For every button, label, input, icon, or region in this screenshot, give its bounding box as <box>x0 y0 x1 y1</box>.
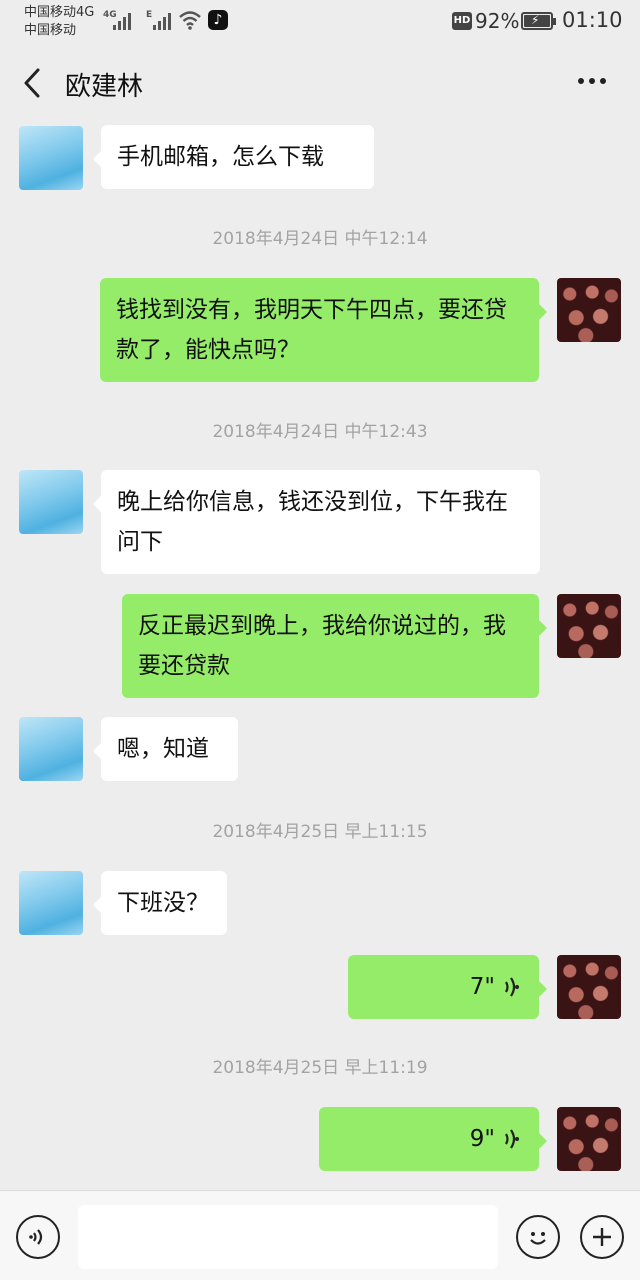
voice-mode-icon[interactable] <box>16 1215 60 1259</box>
voice-duration: 9" <box>469 1126 495 1152</box>
message-bubble-mine[interactable]: 反正最迟到晚上，我给你说过的，我要还贷款 <box>122 594 547 698</box>
voice-wave-icon <box>505 1129 519 1149</box>
message-bubble[interactable]: 晚上给你信息，钱还没到位，下午我在问下 <box>93 470 540 574</box>
voice-duration: 7" <box>469 974 495 1000</box>
plus-icon[interactable] <box>580 1215 624 1259</box>
timestamp: 2018年4月24日 中午12:14 <box>212 229 428 249</box>
my-avatar[interactable] <box>557 1107 621 1171</box>
message-bubble[interactable]: 下班没？ <box>93 871 227 935</box>
emoji-icon[interactable] <box>516 1215 560 1259</box>
carrier-secondary: 中国移动 <box>24 23 77 38</box>
contact-avatar[interactable] <box>19 126 83 190</box>
wifi-icon <box>179 11 201 30</box>
contact-avatar[interactable] <box>19 470 83 534</box>
more-dots-icon[interactable] <box>578 78 606 84</box>
signal-icon-2 <box>153 10 171 30</box>
status-time: 01:10 <box>562 8 623 32</box>
message-bubble[interactable]: 嗯，知道 <box>93 717 238 781</box>
my-avatar[interactable] <box>557 594 621 658</box>
voice-wave-icon <box>505 977 519 997</box>
chat-title: 欧建林 <box>65 72 144 102</box>
status-bar: 中国移动4G 中国移动 4G E ♪ HD 92% ⚡ 01:10 <box>0 0 640 44</box>
voice-message-bubble[interactable]: 7" <box>348 955 547 1019</box>
carrier-primary: 中国移动4G <box>24 5 95 20</box>
message-list[interactable]: 手机邮箱，怎么下载 2018年4月24日 中午12:14 钱找到没有，我明天下午… <box>0 120 640 1190</box>
my-avatar[interactable] <box>557 278 621 342</box>
timestamp: 2018年4月25日 早上11:19 <box>212 1058 428 1078</box>
input-bar <box>0 1190 640 1280</box>
chat-header: 欧建林 <box>0 44 640 120</box>
hd-icon: HD <box>452 12 472 30</box>
network-type-e: E <box>146 10 153 20</box>
contact-avatar[interactable] <box>19 717 83 781</box>
battery-icon: ⚡ <box>521 12 556 30</box>
message-bubble-mine[interactable]: 钱找到没有，我明天下午四点，要还贷款了，能快点吗？ <box>100 278 547 382</box>
battery-percent: 92% <box>475 9 520 33</box>
my-avatar[interactable] <box>557 955 621 1019</box>
voice-message-bubble[interactable]: 9" <box>319 1107 547 1171</box>
message-input[interactable] <box>78 1205 498 1269</box>
timestamp: 2018年4月24日 中午12:43 <box>212 422 428 442</box>
contact-avatar[interactable] <box>19 871 83 935</box>
back-chevron-icon[interactable] <box>20 66 50 100</box>
message-bubble[interactable]: 手机邮箱，怎么下载 <box>93 125 374 189</box>
timestamp: 2018年4月25日 早上11:15 <box>212 822 428 842</box>
signal-icon <box>113 10 131 30</box>
tiktok-notification-icon: ♪ <box>208 10 228 30</box>
